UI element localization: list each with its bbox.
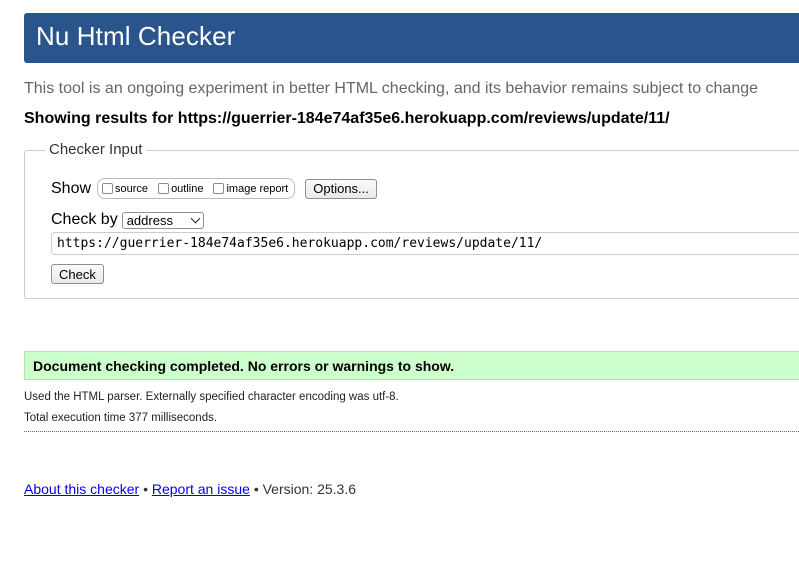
show-label: Show — [51, 179, 92, 197]
version-text: Version: 25.3.6 — [262, 481, 357, 497]
header-bar: Nu Html Checker — [24, 13, 799, 63]
check-by-row: Check by address — [51, 211, 204, 229]
show-options-group: source outline image report — [97, 178, 296, 199]
outline-checkbox[interactable] — [158, 183, 170, 194]
page: Nu Html Checker This tool is an ongoing … — [0, 0, 799, 588]
show-outline-option[interactable]: outline — [158, 183, 203, 195]
footer: About this checker • Report an issue • V… — [24, 481, 356, 497]
results-heading: Showing results for https://guerrier-184… — [24, 110, 670, 127]
intro-text: This tool is an ongoing experiment in be… — [24, 80, 759, 97]
url-input[interactable]: https://guerrier-184e74af35e6.herokuapp.… — [51, 232, 799, 255]
checker-input-legend: Checker Input — [45, 141, 147, 158]
options-button[interactable]: Options... — [305, 178, 377, 199]
check-button[interactable]: Check — [51, 264, 104, 284]
page-title: Nu Html Checker — [36, 21, 236, 51]
show-row: Show source outline image report Options… — [51, 178, 377, 199]
chevron-down-icon — [190, 213, 201, 224]
footer-separator: • — [143, 481, 148, 497]
result-details: Used the HTML parser. Externally specifi… — [24, 387, 399, 429]
success-message: Document checking completed. No errors o… — [24, 351, 799, 380]
execution-time: Total execution time 377 milliseconds. — [24, 412, 218, 424]
check-by-select[interactable]: address — [121, 211, 204, 229]
check-by-label: Check by — [51, 211, 118, 228]
image-report-checkbox[interactable] — [213, 183, 225, 194]
show-source-option[interactable]: source — [102, 183, 148, 195]
source-checkbox[interactable] — [102, 183, 114, 194]
parser-info: Used the HTML parser. Externally specifi… — [24, 391, 399, 403]
outline-label: outline — [171, 182, 204, 195]
source-label: source — [115, 182, 149, 195]
dotted-divider — [24, 431, 799, 432]
checker-input-fieldset: Checker Input Show source outline image … — [24, 141, 799, 299]
report-issue-link[interactable]: Report an issue — [152, 481, 250, 497]
footer-separator-2: • — [253, 481, 259, 497]
image-report-label: image report — [226, 182, 289, 195]
about-link[interactable]: About this checker — [24, 481, 139, 497]
check-by-selected-value: address — [126, 212, 173, 228]
show-image-report-option[interactable]: image report — [213, 183, 288, 195]
